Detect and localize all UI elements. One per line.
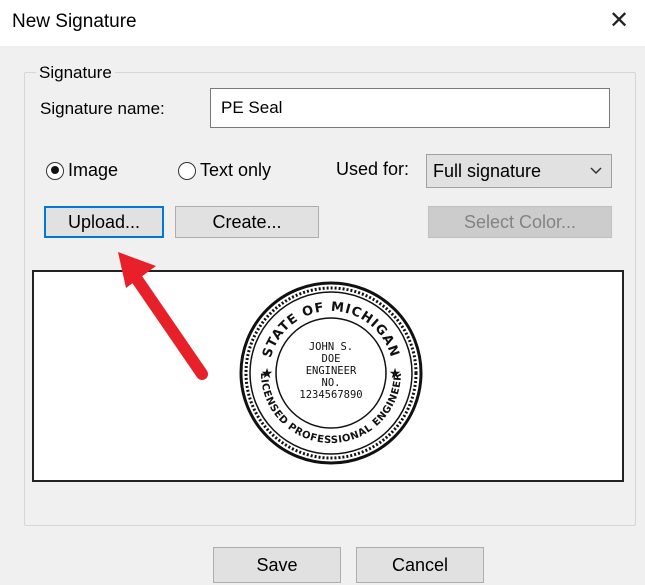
- title-bar: New Signature ✕: [0, 0, 645, 46]
- used-for-value: Full signature: [433, 161, 542, 181]
- pe-seal-image: STATE OF MICHIGAN LICENSED PROFESSIONAL …: [239, 281, 423, 465]
- radio-text-only[interactable]: Text only: [178, 160, 271, 181]
- seal-line-name: JOHN S.: [309, 341, 353, 353]
- star-icon: ★: [389, 365, 402, 381]
- seal-line-title: ENGINEER: [306, 365, 357, 377]
- signature-group-label: Signature: [36, 63, 115, 83]
- seal-line-number: 1234567890: [299, 389, 362, 401]
- create-button[interactable]: Create...: [175, 206, 319, 238]
- seal-line-surname: DOE: [322, 353, 341, 365]
- close-icon[interactable]: ✕: [607, 7, 631, 35]
- star-icon: ★: [261, 365, 274, 381]
- signature-name-input[interactable]: [210, 88, 610, 128]
- used-for-select[interactable]: Full signature: [426, 154, 612, 188]
- red-arrow-annotation: [118, 252, 208, 380]
- new-signature-dialog: New Signature ✕ Signature Signature name…: [0, 0, 645, 585]
- cancel-button[interactable]: Cancel: [356, 547, 484, 583]
- signature-name-label: Signature name:: [40, 99, 165, 118]
- select-color-button: Select Color...: [428, 206, 612, 238]
- seal-line-no: NO.: [322, 377, 341, 389]
- chevron-down-icon: [589, 155, 603, 198]
- radio-image-indicator[interactable]: [46, 161, 64, 180]
- dialog-title: New Signature: [12, 11, 137, 32]
- save-button[interactable]: Save: [213, 547, 341, 583]
- radio-text-only-label: Text only: [200, 160, 272, 180]
- used-for-label: Used for:: [336, 159, 410, 179]
- upload-button[interactable]: Upload...: [44, 206, 164, 238]
- radio-image[interactable]: Image: [46, 160, 118, 181]
- radio-image-label: Image: [68, 160, 119, 180]
- radio-text-only-indicator[interactable]: [178, 161, 196, 180]
